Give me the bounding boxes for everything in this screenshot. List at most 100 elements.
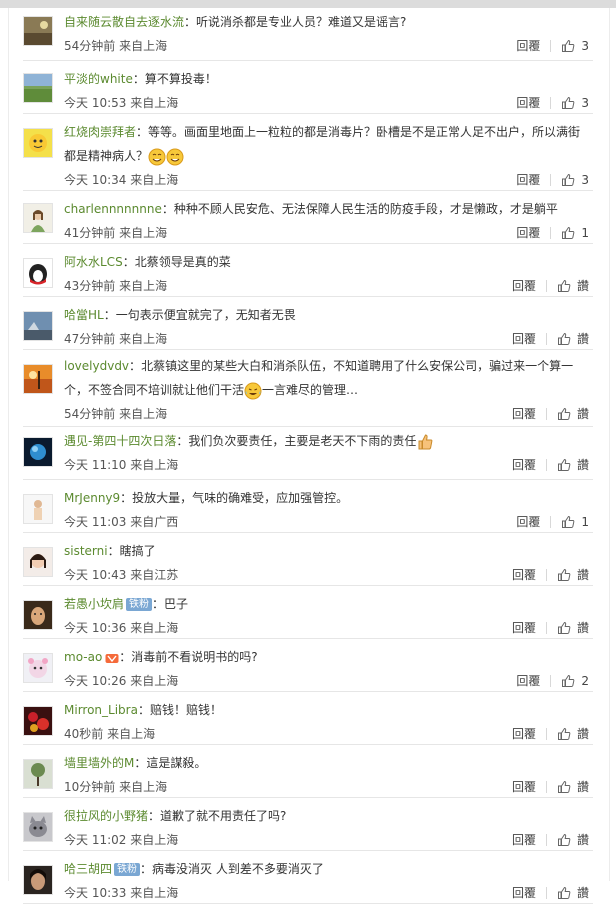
smile-emoji bbox=[148, 148, 166, 165]
comment-item: 平淡的white：算不算投毒！ 今天 10:53 来自上海 回覆 3 bbox=[23, 61, 593, 114]
avatar[interactable] bbox=[23, 706, 53, 736]
vip-icon bbox=[105, 653, 119, 663]
avatar[interactable] bbox=[23, 600, 53, 630]
like-button[interactable]: 讚 bbox=[557, 881, 589, 905]
avatar[interactable] bbox=[23, 494, 53, 524]
comment-time: 41分钟前 来自上海 bbox=[64, 226, 168, 240]
like-button[interactable]: 讚 bbox=[557, 402, 589, 426]
avatar[interactable] bbox=[23, 311, 53, 341]
like-button[interactable]: 3 bbox=[561, 34, 589, 58]
fan-badge: 铁粉 bbox=[126, 598, 153, 611]
reply-button[interactable]: 回覆 bbox=[516, 510, 540, 534]
like-button[interactable]: 讚 bbox=[557, 563, 589, 587]
reply-button[interactable]: 回覆 bbox=[512, 616, 536, 640]
username-link[interactable]: mo-ao bbox=[64, 650, 102, 664]
reply-button[interactable]: 回覆 bbox=[512, 563, 536, 587]
avatar[interactable] bbox=[23, 653, 53, 683]
username-link[interactable]: 若愚小坎肩 bbox=[64, 597, 124, 611]
username-link[interactable]: 哈當HL bbox=[64, 308, 104, 322]
username-link[interactable]: 阿水水LCS bbox=[64, 255, 123, 269]
username-link[interactable]: 自来随云散自去逐水流 bbox=[64, 15, 184, 29]
like-count: 讚 bbox=[576, 621, 589, 635]
reply-button[interactable]: 回覆 bbox=[512, 274, 536, 298]
colon-separator: ： bbox=[137, 703, 150, 717]
username-link[interactable]: 遇见-第四十四次日落 bbox=[64, 434, 176, 448]
comment-text-line: charlennnnnnne：种种不顾人民安危、无法保障人民生活的防疫手段，才是… bbox=[64, 197, 589, 221]
like-button[interactable]: 讚 bbox=[557, 453, 589, 477]
comment-text: 消毒前不看说明书的吗? bbox=[131, 650, 258, 664]
thumbs-up-icon bbox=[562, 515, 575, 528]
reply-button[interactable]: 回覆 bbox=[516, 669, 540, 693]
username-link[interactable]: 墙里墙外的M bbox=[64, 756, 134, 770]
like-button[interactable]: 1 bbox=[561, 221, 589, 245]
username-link[interactable]: sisterni bbox=[64, 544, 108, 558]
like-button[interactable]: 讚 bbox=[557, 616, 589, 640]
avatar[interactable] bbox=[23, 759, 53, 789]
comment-time: 10分钟前 来自上海 bbox=[64, 780, 168, 794]
reply-button[interactable]: 回覆 bbox=[512, 881, 536, 905]
username-link[interactable]: charlennnnnnne bbox=[64, 202, 162, 216]
like-count: 讚 bbox=[576, 279, 589, 293]
username-link[interactable]: 很拉风的小野猪 bbox=[64, 809, 148, 823]
comment-item: mo-ao ：消毒前不看说明书的吗? 今天 10:26 来自上海 回覆 2 bbox=[23, 639, 593, 692]
like-button[interactable]: 讚 bbox=[557, 327, 589, 351]
username-link[interactable]: 平淡的white bbox=[64, 72, 133, 86]
avatar[interactable] bbox=[23, 203, 53, 233]
thumbs-up-icon bbox=[557, 621, 571, 634]
reply-button[interactable]: 回覆 bbox=[516, 168, 540, 192]
like-button[interactable]: 3 bbox=[561, 91, 589, 115]
comment-meta: 54分钟前 来自上海 回覆 讚 bbox=[64, 402, 589, 426]
avatar[interactable] bbox=[23, 258, 53, 288]
username-link[interactable]: Mirron_Libra bbox=[64, 703, 138, 717]
comment-item: 自来随云散自去逐水流：听说消杀都是专业人员？难道又是谣言? 54分钟前 来自上海 回… bbox=[23, 8, 593, 61]
like-button[interactable]: 讚 bbox=[557, 775, 589, 799]
avatar[interactable] bbox=[23, 437, 53, 467]
comment-meta: 今天 10:36 来自上海 回覆 讚 bbox=[64, 616, 589, 640]
username-link[interactable]: 红烧肉崇拜者 bbox=[64, 125, 136, 139]
like-button[interactable]: 讚 bbox=[557, 274, 589, 298]
thumbs-up-emoji bbox=[418, 433, 433, 449]
username-link[interactable]: 哈三胡四 bbox=[64, 862, 112, 876]
reply-button[interactable]: 回覆 bbox=[512, 327, 536, 351]
reply-button[interactable]: 回覆 bbox=[512, 453, 536, 477]
like-button[interactable]: 1 bbox=[561, 510, 589, 534]
avatar[interactable] bbox=[23, 547, 53, 577]
reply-button[interactable]: 回覆 bbox=[512, 722, 536, 746]
avatar[interactable] bbox=[23, 128, 53, 158]
avatar[interactable] bbox=[23, 364, 53, 394]
comment-time: 今天 10:36 来自上海 bbox=[64, 621, 179, 635]
comment-meta: 今天 10:33 来自上海 回覆 讚 bbox=[64, 881, 589, 905]
thumbs-up-icon bbox=[557, 458, 571, 471]
action-divider bbox=[545, 728, 547, 740]
comment-actions: 回覆 2 bbox=[516, 669, 589, 693]
like-button[interactable]: 讚 bbox=[557, 722, 589, 746]
reply-button[interactable]: 回覆 bbox=[512, 402, 536, 426]
comment-actions: 回覆 讚 bbox=[512, 453, 589, 477]
avatar[interactable] bbox=[23, 73, 53, 103]
colon-separator: ： bbox=[107, 544, 120, 558]
like-count: 1 bbox=[581, 226, 589, 240]
reply-button[interactable]: 回覆 bbox=[516, 91, 540, 115]
like-button[interactable]: 2 bbox=[561, 669, 589, 693]
reply-button[interactable]: 回覆 bbox=[512, 775, 536, 799]
laugh-cry-emoji bbox=[244, 382, 262, 399]
like-count: 讚 bbox=[576, 727, 589, 741]
comment-actions: 回覆 讚 bbox=[512, 775, 589, 799]
avatar[interactable] bbox=[23, 812, 53, 842]
colon-separator: ： bbox=[176, 434, 189, 448]
comment-item: 若愚小坎肩 铁粉 ：巴子 今天 10:36 来自上海 回覆 讚 bbox=[23, 586, 593, 639]
like-button[interactable]: 3 bbox=[561, 168, 589, 192]
username-link[interactable]: lovelydvdv bbox=[64, 359, 129, 373]
reply-button[interactable]: 回覆 bbox=[516, 34, 540, 58]
reply-button[interactable]: 回覆 bbox=[512, 828, 536, 852]
like-button[interactable]: 讚 bbox=[557, 828, 589, 852]
comment-text: 一句表示便宜就完了，无知者无畏 bbox=[115, 308, 296, 322]
action-divider bbox=[550, 174, 552, 186]
avatar[interactable] bbox=[23, 865, 53, 895]
avatar[interactable] bbox=[23, 16, 53, 46]
comment-meta: 今天 10:43 来自江苏 回覆 讚 bbox=[64, 563, 589, 587]
thumbs-up-icon bbox=[562, 96, 575, 109]
username-link[interactable]: MrJenny9 bbox=[64, 491, 120, 505]
comment-time: 今天 10:43 来自江苏 bbox=[64, 568, 179, 582]
reply-button[interactable]: 回覆 bbox=[516, 221, 540, 245]
